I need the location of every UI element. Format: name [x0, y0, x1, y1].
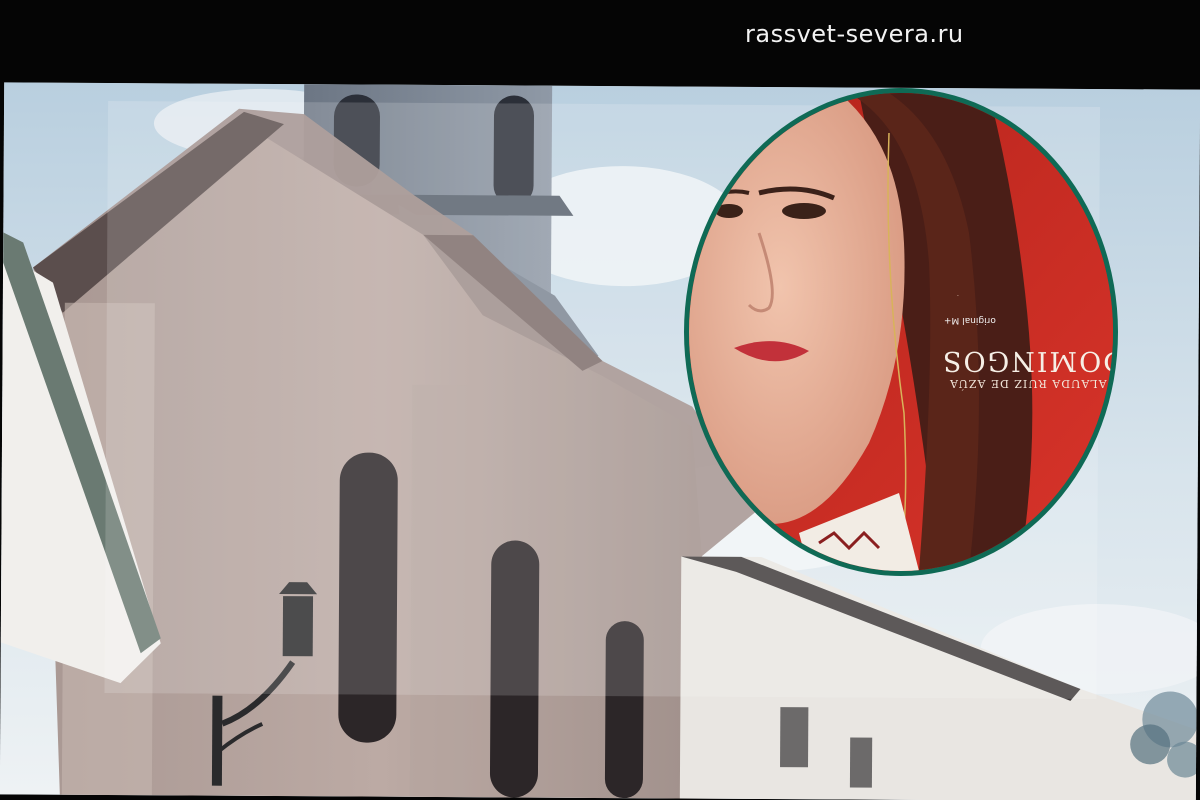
- side-window: [780, 707, 809, 768]
- eye: [782, 203, 826, 219]
- poster-credit: A DE ALAUDA RUIZ DE AZÚA: [949, 377, 1113, 390]
- portrait-art: [689, 93, 1113, 571]
- church-window: [489, 540, 540, 798]
- top-black-band: rassvet-severa.ru: [0, 0, 1200, 88]
- pilaster: [409, 384, 473, 798]
- poster-badge: original M+: [944, 315, 996, 325]
- poster-tagline: ·: [957, 291, 959, 298]
- screenshot-frame: rassvet-severa.ru · original M+ DOMINGOS…: [0, 0, 1200, 800]
- eye: [715, 204, 743, 218]
- church-window: [604, 621, 644, 799]
- bell-opening: [493, 95, 534, 206]
- church-window: [338, 452, 398, 743]
- site-watermark: rassvet-severa.ru: [745, 20, 964, 48]
- portrait-inset: · original M+ DOMINGOS A DE ALAUDA RUIZ …: [684, 88, 1118, 576]
- side-window: [849, 737, 873, 788]
- poster-title: DOMINGOS: [941, 345, 1118, 376]
